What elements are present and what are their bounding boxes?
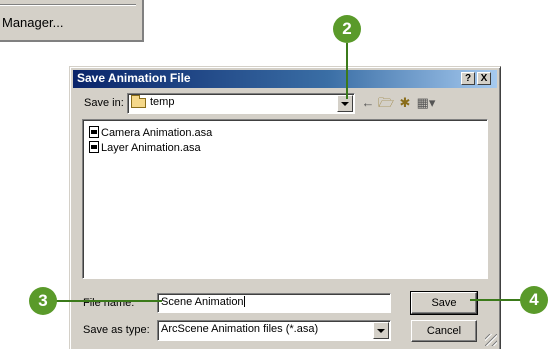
save-in-label: Save in: [84,97,124,109]
save-animation-dialog: Save Animation File ? X Save in: temp ← … [69,66,501,349]
file-icon [89,126,99,138]
callout-4-leader [470,299,524,301]
file-name-field[interactable]: Scene Animation [157,293,391,313]
up-folder-icon[interactable]: 🗁 [377,94,395,112]
save-in-combo[interactable]: temp [127,93,355,114]
list-item[interactable]: Camera Animation.asa [89,126,212,140]
help-button[interactable]: ? [461,72,475,85]
file-list[interactable]: Camera Animation.asa Layer Animation.asa [82,119,488,279]
callout-4: 4 [520,286,548,314]
menu-item-manager[interactable]: Manager... [2,15,63,30]
save-as-type-dropdown-button[interactable] [373,322,389,339]
background-menu: Manager... [0,0,144,42]
menu-separator [0,4,136,6]
file-name: Layer Animation.asa [101,142,201,154]
cancel-button[interactable]: Cancel [411,320,477,342]
folder-icon [131,95,146,108]
save-in-dropdown-button[interactable] [337,95,353,112]
resize-grip[interactable] [485,334,497,346]
save-in-value: temp [150,96,175,108]
save-as-type-select[interactable]: ArcScene Animation files (*.asa) [157,320,391,341]
menu-item-label: Manager... [2,15,64,30]
callout-3-leader [52,300,162,302]
close-button[interactable]: X [477,72,491,85]
callout-2: 2 [333,15,361,43]
file-name-value: Scene Animation [161,296,244,308]
save-as-type-label: Save as type: [83,324,150,336]
title-bar: Save Animation File ? X [73,70,497,88]
new-folder-icon[interactable]: ✱ [396,94,414,112]
callout-2-leader [346,43,348,99]
file-name-label: File name: [83,297,135,309]
dialog-title: Save Animation File [77,71,191,85]
back-icon[interactable]: ← [359,94,377,112]
file-icon [89,141,99,153]
callout-3: 3 [29,287,57,315]
save-button[interactable]: Save [410,291,478,315]
list-item[interactable]: Layer Animation.asa [89,141,201,155]
save-as-type-value: ArcScene Animation files (*.asa) [161,323,319,335]
view-menu-icon[interactable]: ▦▾ [415,94,437,112]
file-name: Camera Animation.asa [101,127,213,139]
text-caret [243,296,245,307]
